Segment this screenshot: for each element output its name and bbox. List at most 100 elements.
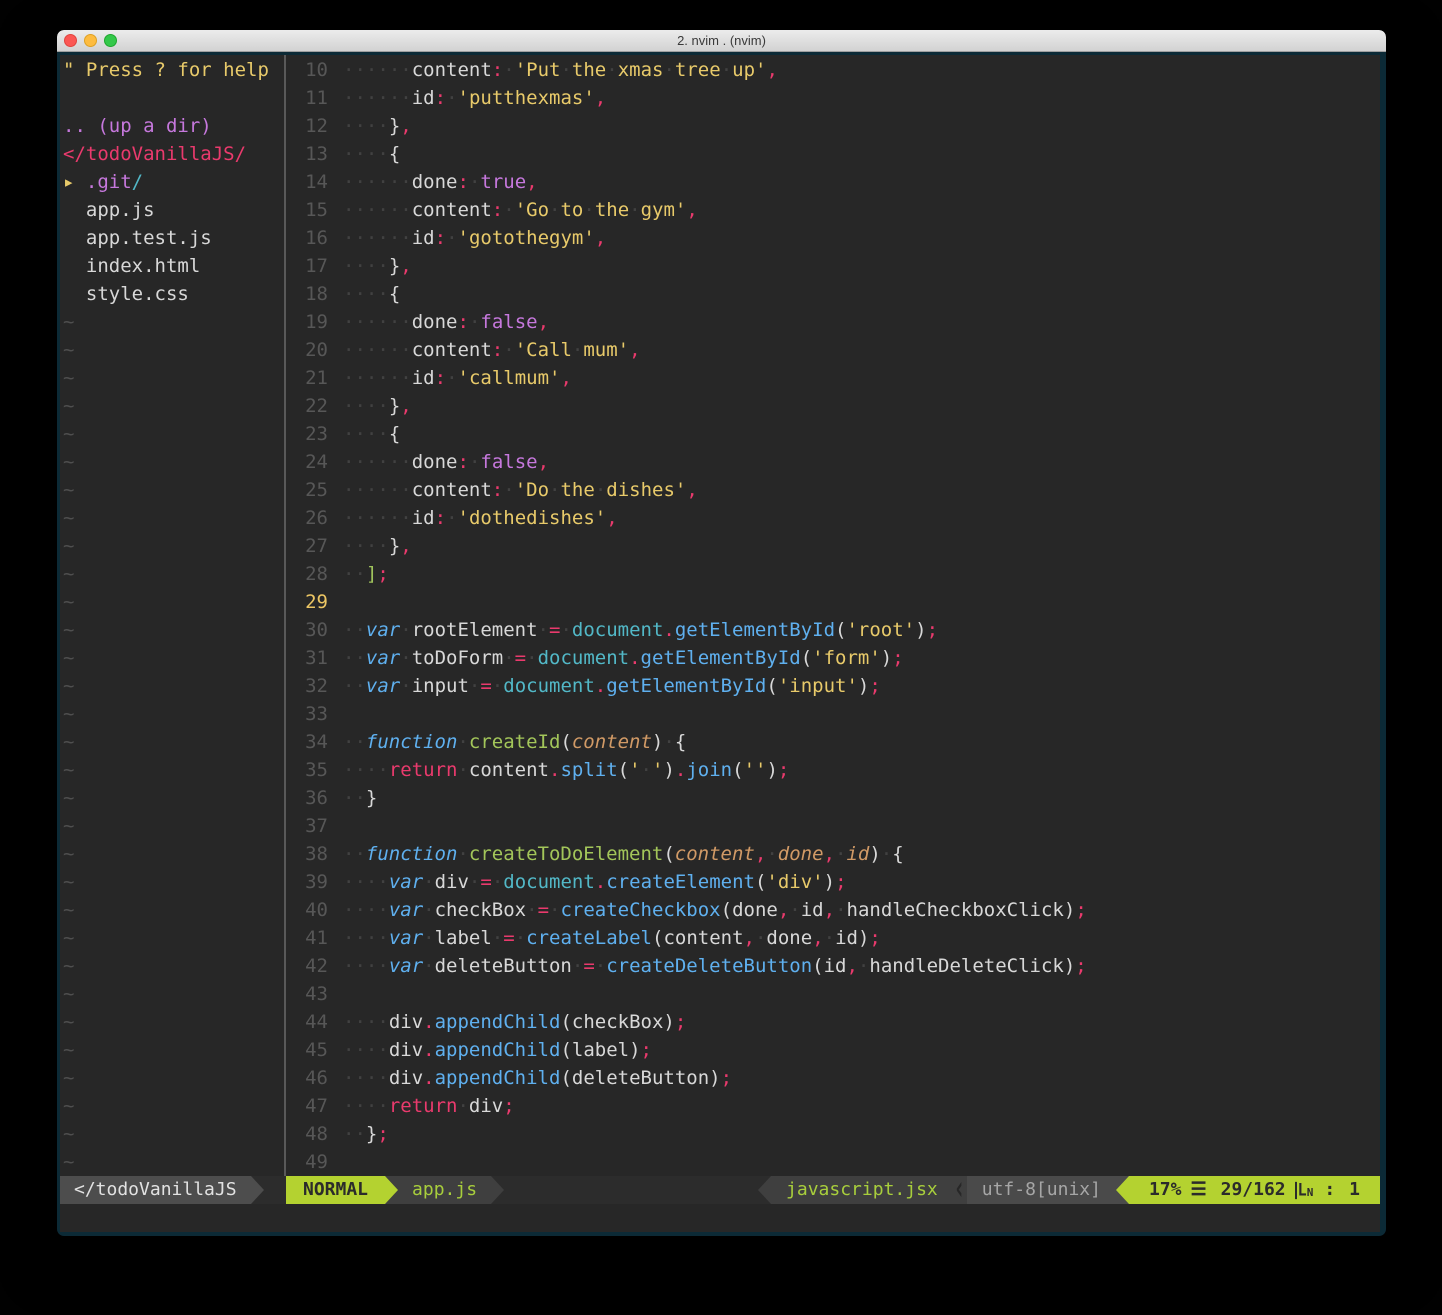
code-line[interactable]: 48··}; — [292, 1120, 1380, 1148]
filetype-label: javascript.jsx — [771, 1176, 953, 1204]
code-line[interactable]: 33 — [292, 700, 1380, 728]
explorer-statusline-path: </todoVanillaJS — [60, 1176, 251, 1204]
line-number: 29 — [292, 588, 328, 616]
code-line[interactable]: 28··]; — [292, 560, 1380, 588]
code-line[interactable]: 30··var·rootElement·=·document.getElemen… — [292, 616, 1380, 644]
code-line[interactable]: 17····}, — [292, 252, 1380, 280]
code-line[interactable]: 32··var·input·=·document.getElementById(… — [292, 672, 1380, 700]
sidebar-item[interactable]: </todoVanillaJS/ — [63, 140, 284, 168]
editor-statusline: NORMAL app.js javascript.jsx ‹ utf-8[uni… — [286, 1176, 1380, 1204]
code-line[interactable]: 49 — [292, 1148, 1380, 1176]
line-number: 25 — [292, 476, 328, 504]
line-number: 26 — [292, 504, 328, 532]
code-line[interactable]: 43 — [292, 980, 1380, 1008]
code-line[interactable]: 24······done:·false, — [292, 448, 1380, 476]
sidebar-item[interactable]: index.html — [63, 252, 284, 280]
empty-line-tilde: ~ — [63, 672, 284, 700]
line-number: 23 — [292, 420, 328, 448]
code-line[interactable]: 11······id:·'putthexmas', — [292, 84, 1380, 112]
line-number: 27 — [292, 532, 328, 560]
line-number: 33 — [292, 700, 328, 728]
line-number: 13 — [292, 140, 328, 168]
empty-line-tilde: ~ — [63, 1008, 284, 1036]
terminal-window: 2. nvim . (nvim) " Press ? for help .. (u… — [57, 30, 1386, 1236]
code-line[interactable]: 20······content:·'Call·mum', — [292, 336, 1380, 364]
sidebar-item[interactable]: ▸ .git/ — [63, 168, 284, 196]
code-line[interactable]: 18····{ — [292, 280, 1380, 308]
code-line[interactable]: 21······id:·'callmum', — [292, 364, 1380, 392]
statusline: </todoVanillaJS NORMAL app.js javascript… — [60, 1176, 1380, 1204]
empty-line-tilde: ~ — [63, 308, 284, 336]
statusline-filler — [504, 1176, 758, 1204]
code-line[interactable]: 45····div.appendChild(label); — [292, 1036, 1380, 1064]
command-line[interactable] — [60, 1204, 1380, 1232]
line-number: 17 — [292, 252, 328, 280]
code-line[interactable]: 46····div.appendChild(deleteButton); — [292, 1064, 1380, 1092]
code-line[interactable]: 41····var·label·=·createLabel(content,·d… — [292, 924, 1380, 952]
code-line[interactable]: 37 — [292, 812, 1380, 840]
empty-line-tilde: ~ — [63, 364, 284, 392]
cursor-position: 17% ☰ 29/162 LN : 1 — [1129, 1176, 1380, 1204]
line-number: 28 — [292, 560, 328, 588]
file-explorer[interactable]: " Press ? for help .. (up a dir)</todoVan… — [60, 55, 284, 1176]
sidebar-item[interactable]: app.js — [63, 196, 284, 224]
empty-line-tilde: ~ — [63, 616, 284, 644]
code-line[interactable]: 16······id:·'gotothegym', — [292, 224, 1380, 252]
code-line[interactable]: 44····div.appendChild(checkBox); — [292, 1008, 1380, 1036]
code-line[interactable]: 38··function·createToDoElement(content,·… — [292, 840, 1380, 868]
line-number: 32 — [292, 672, 328, 700]
sidebar-item[interactable]: style.css — [63, 280, 284, 308]
code-line[interactable]: 23····{ — [292, 420, 1380, 448]
empty-line-tilde: ~ — [63, 812, 284, 840]
line-number: 41 — [292, 924, 328, 952]
code-line[interactable]: 12····}, — [292, 112, 1380, 140]
powerline-arrow-right-icon — [491, 1176, 504, 1204]
empty-line-tilde: ~ — [63, 1036, 284, 1064]
statusline-filler — [264, 1176, 284, 1204]
code-editor[interactable]: 10······content:·'Put·the·xmas·tree·up',… — [286, 55, 1380, 1176]
code-line[interactable]: 35····return·content.split('·').join('')… — [292, 756, 1380, 784]
code-line[interactable]: 42····var·deleteButton·=·createDeleteBut… — [292, 952, 1380, 980]
code-line[interactable]: 40····var·checkBox·=·createCheckbox(done… — [292, 896, 1380, 924]
line-number-icon: LN — [1295, 1183, 1314, 1198]
line-number: 10 — [292, 56, 328, 84]
line-number: 38 — [292, 840, 328, 868]
empty-line-tilde: ~ — [63, 588, 284, 616]
scroll-percent: 17% — [1149, 1176, 1182, 1204]
code-line[interactable]: 26······id:·'dothedishes', — [292, 504, 1380, 532]
line-number: 48 — [292, 1120, 328, 1148]
minimize-button[interactable] — [84, 34, 97, 47]
code-line[interactable]: 39····var·div·=·document.createElement('… — [292, 868, 1380, 896]
line-number: 46 — [292, 1064, 328, 1092]
line-number: 44 — [292, 1008, 328, 1036]
traffic-lights — [64, 34, 117, 47]
sidebar-item[interactable]: app.test.js — [63, 224, 284, 252]
code-line[interactable]: 13····{ — [292, 140, 1380, 168]
empty-line-tilde: ~ — [63, 1148, 284, 1176]
lines-icon: ☰ — [1190, 1176, 1206, 1204]
line-number: 47 — [292, 1092, 328, 1120]
sidebar-item[interactable]: .. (up a dir) — [63, 112, 284, 140]
window-title: 2. nvim . (nvim) — [57, 30, 1386, 51]
window-titlebar[interactable]: 2. nvim . (nvim) — [57, 30, 1386, 52]
code-line[interactable]: 34··function·createId(content)·{ — [292, 728, 1380, 756]
close-button[interactable] — [64, 34, 77, 47]
code-line[interactable]: 19······done:·false, — [292, 308, 1380, 336]
code-line[interactable]: 36··} — [292, 784, 1380, 812]
code-line[interactable]: 22····}, — [292, 392, 1380, 420]
code-line[interactable]: 27····}, — [292, 532, 1380, 560]
explorer-statusline: </todoVanillaJS — [60, 1176, 284, 1204]
code-line[interactable]: 29 — [292, 588, 1380, 616]
code-line[interactable]: 15······content:·'Go·to·the·gym', — [292, 196, 1380, 224]
code-line[interactable]: 14······done:·true, — [292, 168, 1380, 196]
code-line[interactable]: 25······content:·'Do·the·dishes', — [292, 476, 1380, 504]
vim-panes: " Press ? for help .. (up a dir)</todoVan… — [60, 55, 1380, 1176]
empty-line-tilde: ~ — [63, 840, 284, 868]
empty-line-tilde: ~ — [63, 868, 284, 896]
column-number: 1 — [1349, 1176, 1360, 1204]
code-line[interactable]: 10······content:·'Put·the·xmas·tree·up', — [292, 56, 1380, 84]
code-line[interactable]: 31··var·toDoForm·=·document.getElementBy… — [292, 644, 1380, 672]
code-line[interactable]: 47····return·div; — [292, 1092, 1380, 1120]
sidebar-item[interactable]: " Press ? for help — [63, 56, 284, 84]
maximize-button[interactable] — [104, 34, 117, 47]
